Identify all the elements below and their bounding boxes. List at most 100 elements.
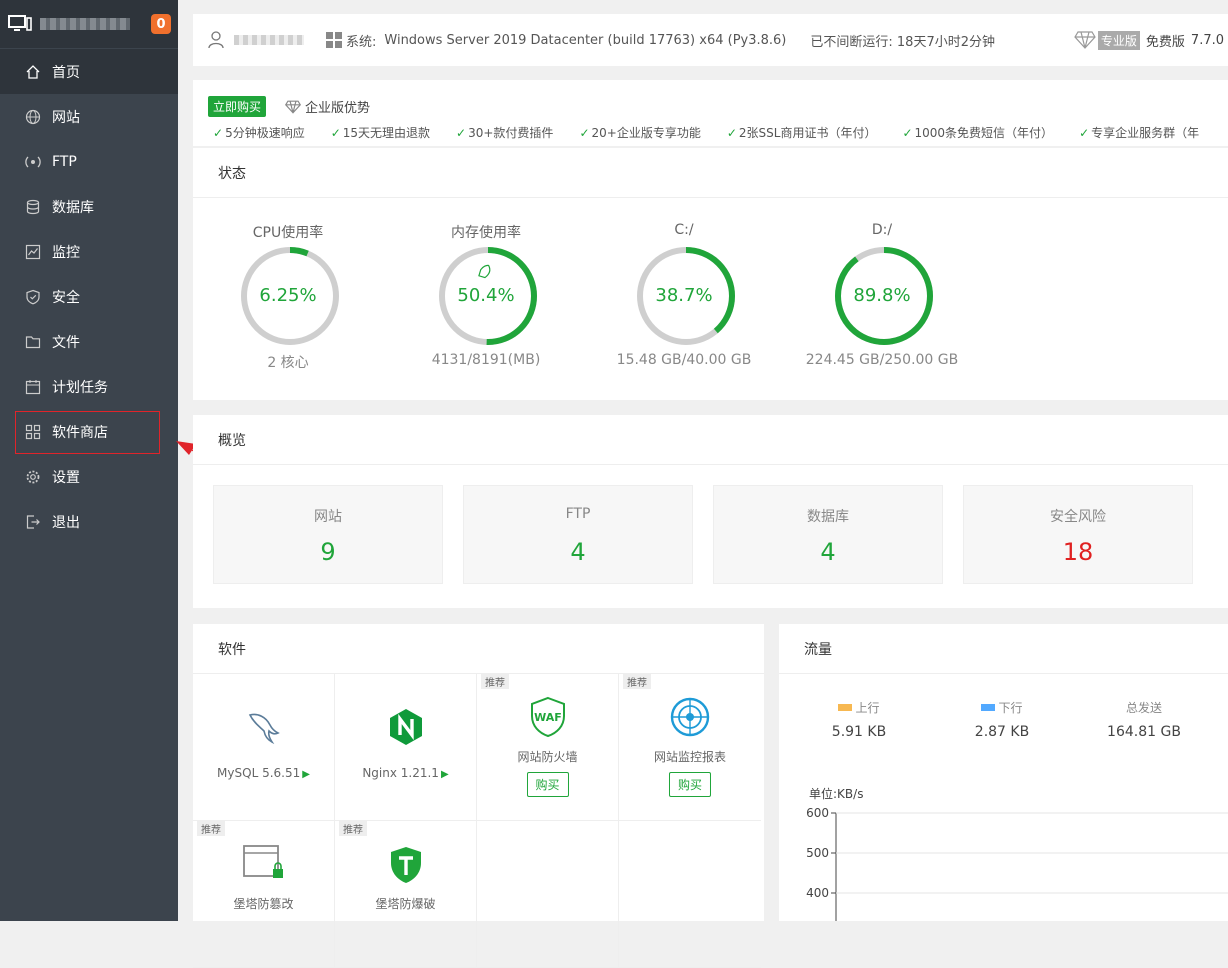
overview-label: FTP bbox=[565, 506, 591, 522]
overview-value: 4 bbox=[820, 538, 836, 566]
software-anti-tamper[interactable]: 推荐 堡塔防篡改 bbox=[193, 821, 335, 968]
sidebar-item-website[interactable]: 网站 bbox=[0, 94, 178, 139]
recommend-badge: 推荐 bbox=[339, 821, 367, 836]
radar-icon bbox=[670, 697, 710, 737]
software-mysql[interactable]: MySQL 5.6.51 ▶ bbox=[193, 674, 335, 821]
chart-unit-label: 单位:KB/s bbox=[809, 787, 864, 801]
gauge-subtitle: 2 核心 bbox=[267, 355, 309, 371]
hammer-shield-icon bbox=[390, 847, 421, 883]
gauge-value: 50.4% bbox=[457, 285, 515, 306]
feature-item: ✓ 1000条免费短信（年付） bbox=[902, 126, 1054, 140]
sidebar-item-files[interactable]: 文件 bbox=[0, 319, 178, 364]
download-label: 下行 bbox=[998, 701, 1023, 715]
mysql-dolphin-icon bbox=[248, 713, 280, 745]
sidebar-item-database[interactable]: 数据库 bbox=[0, 184, 178, 229]
feature-item: ✓ 30+款付费插件 bbox=[456, 126, 554, 140]
overview-database[interactable]: 数据库 4 bbox=[713, 485, 943, 584]
status-title: 状态 bbox=[193, 148, 1228, 198]
status-panel: 状态 CPU使用率 6.25% 2 核心 内存使用率 50.4% 4131/8191(MB… bbox=[193, 148, 1228, 400]
username-blurred bbox=[234, 35, 304, 45]
software-empty-slot bbox=[477, 821, 619, 968]
overview-security-risk[interactable]: 安全风险 18 bbox=[963, 485, 1193, 584]
software-name: 堡塔防篡改 bbox=[233, 897, 294, 911]
system-label: 系统: bbox=[346, 34, 377, 50]
notification-badge[interactable]: 0 bbox=[151, 14, 171, 34]
sidebar-item-label: 监控 bbox=[52, 244, 80, 261]
top-info-bar: 系统: Windows Server 2019 Datacenter (buil… bbox=[193, 14, 1228, 66]
sidebar-item-security[interactable]: 安全 bbox=[0, 274, 178, 319]
traffic-upload: 上行 5.91 KB bbox=[799, 699, 919, 740]
overview-ftp[interactable]: FTP 4 bbox=[463, 485, 693, 584]
diamond-icon bbox=[285, 100, 301, 114]
gauge-title: CPU使用率 bbox=[252, 225, 324, 241]
overview-label: 网站 bbox=[314, 509, 342, 525]
y-tick-label: 400 bbox=[806, 886, 829, 900]
monitor-icon bbox=[8, 15, 32, 31]
y-tick-label: 500 bbox=[806, 846, 829, 860]
free-edition: 免费版 bbox=[1145, 34, 1185, 50]
sidebar-item-label: 计划任务 bbox=[52, 379, 108, 396]
sidebar-item-label: 安全 bbox=[52, 289, 80, 306]
traffic-title: 流量 bbox=[779, 624, 1228, 674]
sidebar-item-logout[interactable]: 退出 bbox=[0, 499, 178, 544]
upload-label: 上行 bbox=[855, 701, 880, 715]
sidebar-item-home[interactable]: 首页 bbox=[0, 49, 178, 94]
gear-icon bbox=[25, 469, 41, 485]
overview-label: 数据库 bbox=[807, 509, 849, 525]
recommend-badge: 推荐 bbox=[481, 674, 509, 689]
software-name: 网站监控报表 bbox=[653, 750, 726, 764]
play-icon: ▶ bbox=[302, 769, 310, 780]
gauge-value: 38.7% bbox=[655, 285, 713, 306]
promo-bar: 立即购买 企业版优势 ✓ 5分钟极速响应 ✓ 15天无理由退款 ✓ 30+款付费插件 … bbox=[193, 80, 1228, 146]
sidebar-item-monitor[interactable]: 监控 bbox=[0, 229, 178, 274]
logout-icon bbox=[25, 514, 41, 530]
total-sent-label: 总发送 bbox=[1125, 701, 1162, 715]
overview-websites[interactable]: 网站 9 bbox=[213, 485, 443, 584]
ftp-icon bbox=[25, 154, 41, 170]
buy-button[interactable]: 购买 bbox=[668, 772, 712, 797]
uptime-text: 已不间断运行: 18天7小时2分钟 bbox=[810, 34, 995, 50]
enterprise-label: 企业版优势 bbox=[305, 101, 371, 116]
check-icon: ✓ bbox=[902, 126, 913, 140]
software-anti-bruteforce[interactable]: 推荐 堡塔防爆破 bbox=[335, 821, 477, 968]
system-value: Windows Server 2019 Datacenter (build 17… bbox=[384, 32, 787, 48]
sidebar: 0 首页 网站 FTP 数据库 监控 安全 文件 计划任务 软件商店 设置 退出 bbox=[0, 0, 178, 921]
pro-tag[interactable]: 专业版 bbox=[1097, 30, 1140, 50]
software-waf[interactable]: 推荐 WAF 网站防火墙 购买 bbox=[477, 674, 619, 821]
check-icon: ✓ bbox=[1079, 126, 1090, 140]
software-name: 堡塔防爆破 bbox=[375, 897, 436, 911]
gauge-title: D:/ bbox=[871, 222, 893, 238]
windows-icon bbox=[326, 32, 342, 48]
overview-label: 安全风险 bbox=[1050, 509, 1106, 525]
feature-list: ✓ 5分钟极速响应 ✓ 15天无理由退款 ✓ 30+款付费插件 ✓ 20+企业版专享功能… bbox=[213, 124, 1225, 141]
sidebar-item-ftp[interactable]: FTP bbox=[0, 139, 178, 184]
play-icon: ▶ bbox=[440, 769, 449, 780]
software-site-monitor[interactable]: 推荐 网站监控报表 购买 bbox=[619, 674, 761, 821]
upload-value: 5.91 KB bbox=[831, 724, 887, 740]
feature-item: ✓ 20+企业版专享功能 bbox=[579, 126, 701, 140]
version-number[interactable]: 7.7.0 bbox=[1191, 33, 1224, 48]
software-name[interactable]: MySQL 5.6.51 ▶ bbox=[193, 766, 334, 780]
sidebar-item-label: 首页 bbox=[52, 64, 80, 81]
recommend-badge: 推荐 bbox=[623, 674, 651, 689]
recommend-badge: 推荐 bbox=[197, 821, 225, 836]
enterprise-advantage-link[interactable]: 企业版优势 bbox=[285, 97, 370, 116]
check-icon: ✓ bbox=[330, 126, 341, 140]
globe-icon bbox=[25, 109, 41, 125]
folder-icon bbox=[25, 334, 41, 350]
software-name: 网站防火墙 bbox=[517, 750, 578, 764]
user-icon bbox=[208, 31, 224, 49]
buy-now-button[interactable]: 立即购买 bbox=[208, 96, 267, 117]
buy-button[interactable]: 购买 bbox=[526, 772, 569, 797]
sidebar-item-settings[interactable]: 设置 bbox=[0, 454, 178, 499]
nginx-icon bbox=[389, 709, 422, 745]
shield-icon bbox=[25, 289, 41, 305]
feature-item: ✓ 专享企业服务群（年 bbox=[1079, 126, 1200, 140]
sidebar-item-cron[interactable]: 计划任务 bbox=[0, 364, 178, 409]
software-name[interactable]: Nginx 1.21.1 ▶ bbox=[335, 766, 476, 780]
software-nginx[interactable]: Nginx 1.21.1 ▶ bbox=[335, 674, 477, 821]
feature-item: ✓ 5分钟极速响应 bbox=[213, 126, 305, 140]
sidebar-item-label: 退出 bbox=[52, 514, 80, 531]
check-icon: ✓ bbox=[726, 126, 737, 140]
total-sent-value: 164.81 GB bbox=[1107, 724, 1181, 740]
